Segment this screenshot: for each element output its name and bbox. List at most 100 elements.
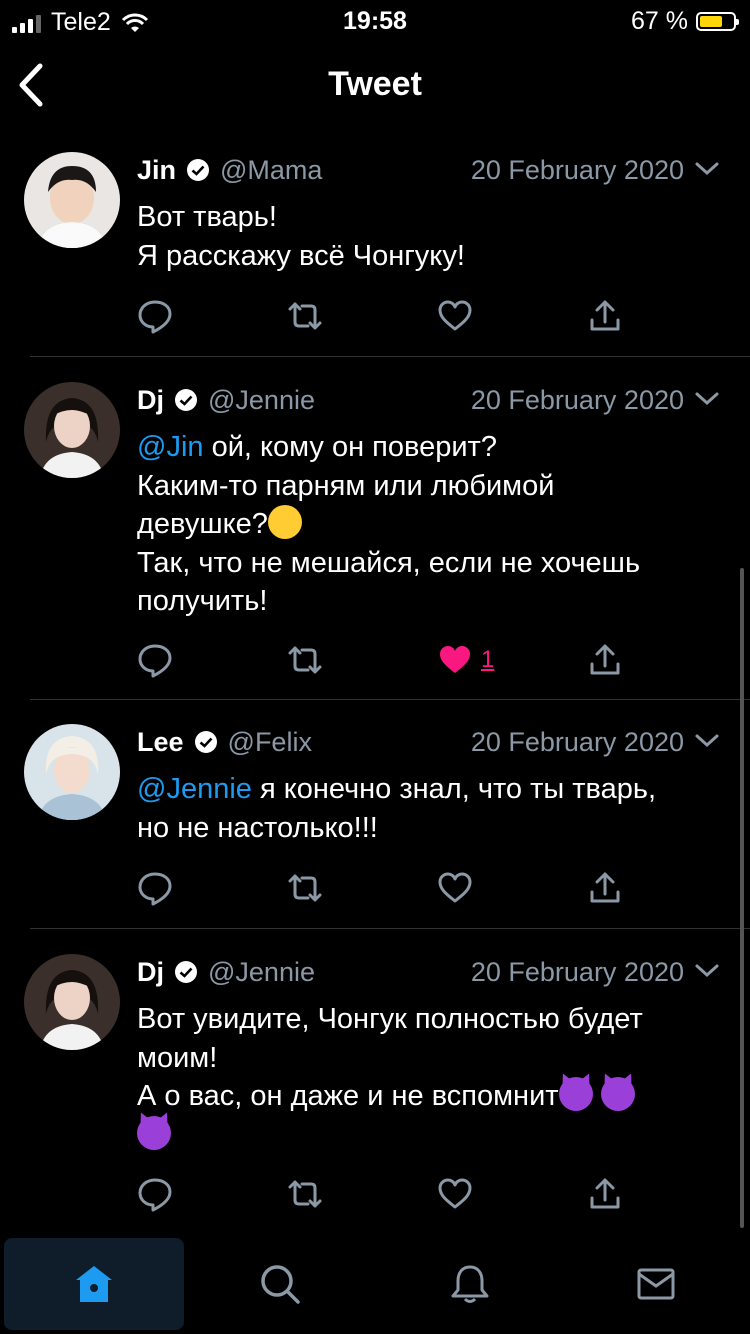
like-button[interactable] [437, 1176, 477, 1216]
share-icon [590, 872, 620, 903]
verified-badge-icon [187, 159, 210, 181]
tab-messages[interactable] [566, 1238, 746, 1330]
share-button[interactable] [587, 642, 627, 682]
heart-icon [438, 872, 472, 903]
author-handle[interactable]: @Felix [228, 727, 312, 758]
author-name[interactable]: Jin [137, 155, 176, 186]
verified-badge-icon [175, 961, 197, 983]
tab-home[interactable] [4, 1238, 184, 1330]
share-icon [590, 1178, 620, 1209]
share-button[interactable] [587, 1176, 627, 1216]
divider [30, 699, 750, 700]
tweet[interactable]: Lee @Felix 20 February 2020 @Jennie я ко… [0, 722, 750, 928]
retweet-button[interactable] [287, 642, 327, 682]
share-button[interactable] [587, 298, 627, 338]
reply-icon [138, 644, 172, 678]
tab-search[interactable] [190, 1238, 370, 1330]
author-name[interactable]: Dj [137, 957, 164, 988]
reply-button[interactable] [137, 870, 177, 910]
reply-icon [138, 872, 172, 906]
like-button[interactable] [437, 642, 477, 682]
tweet-line: я конечно знал, что ты тварь, [251, 773, 657, 805]
like-count[interactable]: 1 [481, 646, 494, 674]
tweet-line: моим! [137, 1041, 218, 1074]
reply-icon [138, 1178, 172, 1212]
tweet-text: @Jin ой, кому он поверит? Каким-то парня… [137, 428, 730, 621]
like-button[interactable] [437, 870, 477, 910]
page-title: Tweet [328, 65, 422, 103]
tweet-line: Вот увидите, Чонгук полностью будет [137, 1003, 643, 1035]
reply-button[interactable] [137, 1176, 177, 1216]
tweet-date: 20 February 2020 [470, 726, 684, 757]
chevron-down-icon[interactable] [694, 160, 720, 178]
smirk-emoji-icon [267, 505, 302, 539]
tweet-line: Я расскажу всё Чонгуку! [137, 239, 465, 272]
chevron-down-icon[interactable] [694, 962, 720, 980]
scrollbar[interactable] [740, 568, 744, 1228]
header: Tweet [0, 42, 750, 132]
verified-badge-icon [175, 389, 197, 411]
tab-notifications[interactable] [380, 1238, 560, 1330]
home-icon [76, 1266, 112, 1302]
notifications-icon [451, 1265, 489, 1303]
tweet-line: А о вас, он даже и не вспомнит [137, 1080, 559, 1112]
devil-emoji-icon [558, 1077, 593, 1111]
messages-icon [637, 1268, 675, 1300]
devil-emoji-icon [600, 1077, 635, 1111]
tweet-line: получить! [137, 585, 268, 617]
divider [30, 356, 750, 357]
retweet-icon [288, 302, 322, 330]
retweet-icon [288, 646, 322, 674]
heart-icon [438, 300, 472, 331]
avatar[interactable] [24, 382, 120, 478]
reply-button[interactable] [137, 642, 177, 682]
retweet-icon [288, 874, 322, 902]
tweet[interactable]: Dj @Jennie 20 February 2020 Вот увидите,… [0, 952, 750, 1222]
tweet-line: Вот тварь! [137, 201, 277, 233]
share-button[interactable] [587, 870, 627, 910]
tweet-text: Вот увидите, Чонгук полностью будет моим… [137, 1000, 730, 1154]
tweet-line: Каким-то парням или любимой [137, 469, 555, 502]
retweet-button[interactable] [287, 1176, 327, 1216]
avatar[interactable] [24, 954, 120, 1050]
divider [30, 928, 750, 929]
search-icon [261, 1265, 300, 1304]
retweet-button[interactable] [287, 298, 327, 338]
status-bar: Tele2 19:58 67 % [0, 0, 750, 42]
retweet-icon [288, 1180, 322, 1208]
like-button[interactable] [437, 298, 477, 338]
heart-filled-icon [440, 646, 470, 673]
retweet-button[interactable] [287, 870, 327, 910]
avatar[interactable] [24, 152, 120, 248]
tweet-text: @Jennie я конечно знал, что ты тварь, но… [137, 770, 730, 847]
author-name[interactable]: Lee [137, 727, 184, 758]
tab-bar [0, 1238, 750, 1334]
author-handle[interactable]: @Jennie [208, 957, 315, 988]
tweet-date: 20 February 2020 [470, 956, 684, 987]
devil-emoji-icon [137, 1115, 171, 1150]
author-name[interactable]: Dj [137, 385, 164, 416]
tweet-line: Так, что не мешайся, если не хочешь [137, 546, 641, 579]
author-handle[interactable]: @Jennie [208, 385, 315, 416]
tweet-date: 20 February 2020 [470, 154, 684, 185]
battery-icon [696, 12, 739, 31]
mention-link[interactable]: @Jennie [137, 773, 252, 805]
heart-icon [438, 1178, 472, 1209]
tweet-date: 20 February 2020 [470, 384, 684, 415]
tweet[interactable]: Dj @Jennie 20 February 2020 @Jin ой, ком… [0, 380, 750, 698]
chevron-down-icon[interactable] [694, 732, 720, 750]
verified-badge-icon [194, 731, 217, 753]
tweet[interactable]: Jin @Mama 20 February 2020 Вот тварь! Я … [0, 150, 750, 356]
reply-button[interactable] [137, 298, 177, 338]
avatar[interactable] [24, 724, 120, 820]
battery-percent: 67 % [631, 7, 688, 35]
tweet-text: Вот тварь! Я расскажу всё Чонгуку! [137, 198, 730, 275]
share-icon [590, 300, 620, 331]
author-handle[interactable]: @Mama [220, 155, 322, 186]
tweet-line: девушке? [137, 508, 268, 540]
tweet-line: но не настолько!!! [137, 811, 378, 844]
chevron-down-icon[interactable] [694, 390, 720, 408]
mention-link[interactable]: @Jin [137, 431, 204, 463]
tweet-line: ой, кому он поверит? [203, 431, 497, 463]
share-icon [590, 644, 620, 675]
